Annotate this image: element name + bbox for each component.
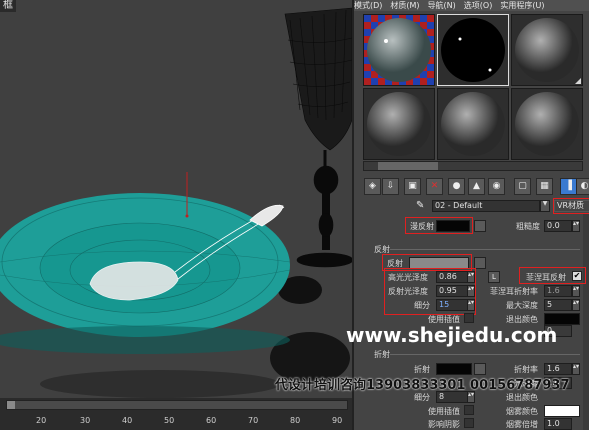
fresnel-ior-spinner[interactable]: ▴▾ (572, 285, 580, 297)
affect-shadows-checkbox[interactable] (464, 418, 474, 428)
slot-scrollbar[interactable] (363, 161, 583, 171)
contact-overlay-text: 代设计培训咨询13903833301 00156787937 (275, 378, 570, 393)
tick-label: 50 (164, 416, 175, 425)
material-slot-4[interactable] (363, 88, 435, 160)
highlight-box (553, 198, 589, 214)
show-end-result-icon[interactable]: ▐ (560, 178, 577, 195)
timeline-ruler[interactable]: 20 30 40 50 60 70 80 90 (0, 398, 352, 430)
material-editor-panel: 模式(D) 材质(M) 导航(N) 选项(O) 实用程序(U) ◈ ⇩ ▣ ✕ ● ▲ … (352, 0, 589, 430)
material-slot-2[interactable] (437, 14, 509, 86)
menu-options[interactable]: 选项(O) (464, 1, 493, 10)
roughness-field[interactable]: 0.0 (544, 220, 572, 232)
roughness-spinner[interactable]: ▴▾ (572, 220, 580, 232)
get-material-icon[interactable]: ◈ (364, 178, 381, 195)
affect-shadows-label: 影响阴影 (428, 420, 460, 429)
tick-label: 70 (248, 416, 259, 425)
tick-label: 90 (332, 416, 343, 425)
refl-interp-checkbox[interactable] (464, 313, 474, 323)
tick-label: 20 (36, 416, 47, 425)
viewport-scene (0, 0, 352, 398)
highlight-box (384, 268, 476, 315)
delete-icon[interactable]: ✕ (426, 178, 443, 195)
sphere-preview-icon (367, 92, 431, 156)
material-slot-5[interactable] (437, 88, 509, 160)
assign-material-icon[interactable]: ▣ (404, 178, 421, 195)
refract-exit-color-label: 退出颜色 (506, 393, 538, 402)
roughness-label: 粗糙度 (516, 222, 540, 231)
refraction-group-label: 折射 (374, 350, 390, 359)
tick-label: 30 (80, 416, 91, 425)
fog-mult-label: 烟雾倍增 (506, 420, 538, 429)
max-depth-field[interactable]: 5 (544, 299, 572, 311)
fog-color-label: 烟雾颜色 (506, 407, 538, 416)
menu-material[interactable]: 材质(M) (390, 1, 419, 10)
perspective-viewport[interactable]: 框 (0, 0, 352, 398)
viewport-label[interactable]: 框 (0, 0, 16, 12)
watermark-text: www.shejiedu.com (346, 323, 558, 347)
menu-utilities[interactable]: 实用程序(U) (500, 1, 544, 10)
fresnel-ior-field[interactable]: 1.6 (544, 285, 572, 297)
fog-color-swatch[interactable] (544, 405, 580, 417)
tick-label: 40 (122, 416, 133, 425)
material-toolbar: ◈ ⇩ ▣ ✕ ● ▲ ◉ ▢ ▦ ▐ ◐ (356, 178, 589, 196)
name-dropdown-icon[interactable]: ▼ (540, 200, 550, 212)
diffuse-map-button[interactable] (474, 220, 486, 232)
material-slot-6[interactable] (511, 88, 583, 160)
sphere-preview-icon (441, 92, 505, 156)
fresnel-ior-label: 菲涅耳折射率 (490, 287, 538, 296)
highlight-box (405, 217, 473, 234)
sphere-preview-icon (515, 18, 579, 82)
put-to-library-icon[interactable]: ▲ (468, 178, 485, 195)
background-icon[interactable]: ▦ (536, 178, 553, 195)
put-to-scene-icon[interactable]: ⇩ (382, 178, 399, 195)
material-id-icon[interactable]: ◉ (488, 178, 505, 195)
refract-subdivs-label: 细分 (414, 393, 430, 402)
refract-interp-label: 使用插值 (428, 407, 460, 416)
max-depth-spinner[interactable]: ▴▾ (572, 299, 580, 311)
menu-navigation[interactable]: 导航(N) (428, 1, 456, 10)
menu-mode[interactable]: 模式(D) (354, 1, 382, 10)
material-name-field[interactable]: 02 - Default (432, 200, 540, 212)
time-slider-track[interactable] (6, 400, 348, 410)
tick-label: 80 (290, 416, 301, 425)
tick-label: 60 (206, 416, 217, 425)
menu-bar: 模式(D) 材质(M) 导航(N) 选项(O) 实用程序(U) (354, 0, 589, 11)
options-icon[interactable]: ◐ (576, 178, 589, 195)
refract-ior-spinner[interactable]: ▴▾ (572, 363, 580, 375)
material-slot-3[interactable] (511, 14, 583, 86)
time-slider-thumb[interactable] (7, 401, 15, 409)
material-slot-1[interactable] (363, 14, 435, 86)
highlight-box (519, 267, 586, 284)
sphere-preview-icon (367, 18, 431, 82)
slot-scrollbar-thumb[interactable] (378, 162, 438, 170)
show-map-icon[interactable]: ▢ (514, 178, 531, 195)
fog-mult-field[interactable]: 1.0 (544, 418, 572, 430)
sphere-preview-icon (441, 18, 505, 82)
group-divider (390, 249, 580, 250)
max-depth-label: 最大深度 (506, 301, 538, 310)
refract-interp-checkbox[interactable] (464, 405, 474, 415)
make-unique-icon[interactable]: ● (448, 178, 465, 195)
sphere-preview-icon (515, 92, 579, 156)
group-divider (390, 354, 580, 355)
eyedropper-icon[interactable]: ✎ (416, 200, 424, 211)
parameters-scrollbar[interactable] (583, 214, 589, 430)
hilight-lock-button[interactable]: L (488, 271, 500, 283)
